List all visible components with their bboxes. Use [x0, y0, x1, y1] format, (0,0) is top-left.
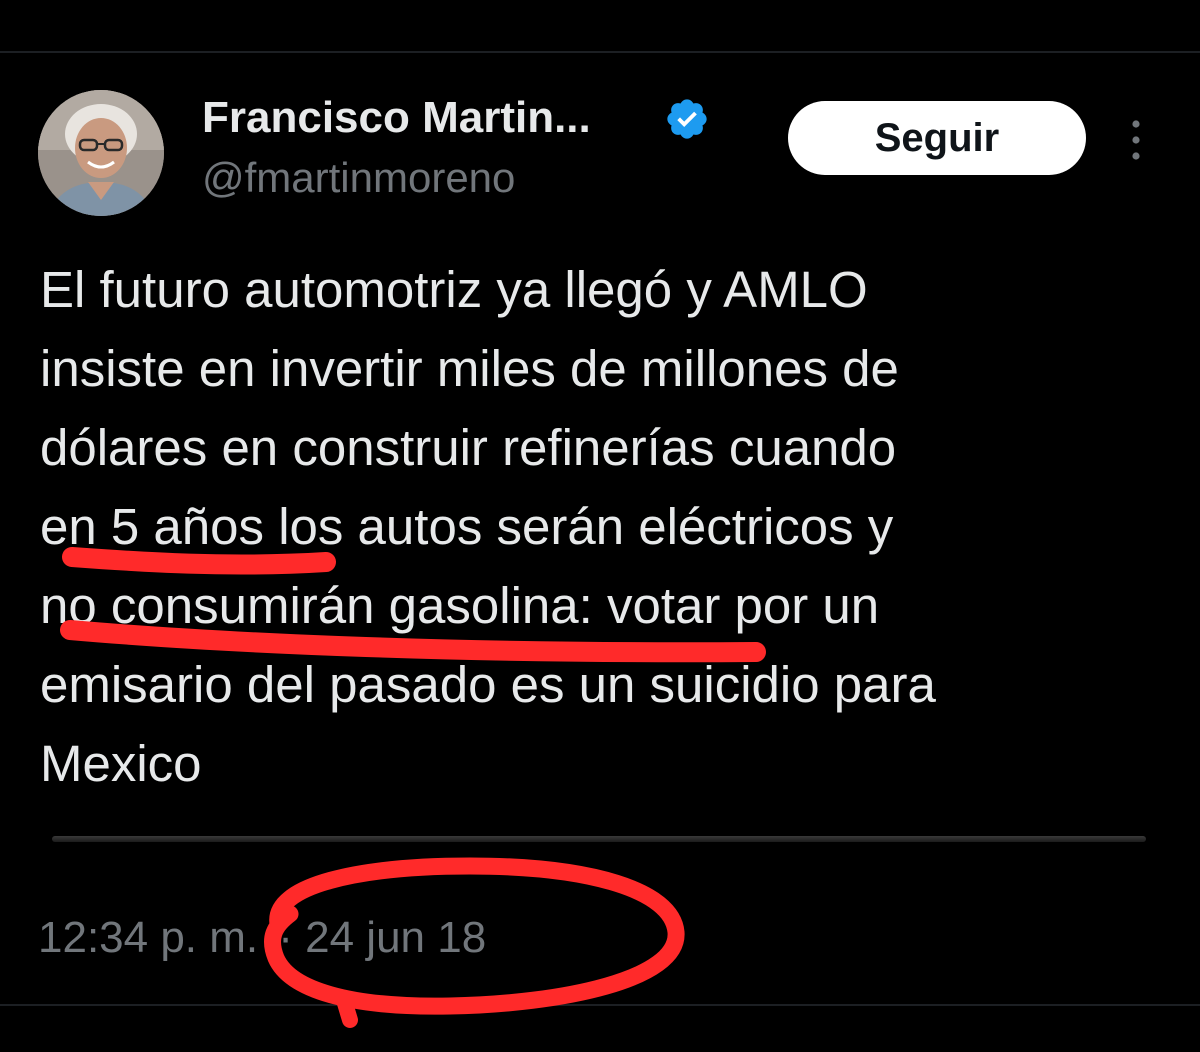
tweet-text: El futuro automotriz ya llegó y AMLO ins…	[40, 250, 1180, 803]
tweet-date: 24 jun 18	[305, 913, 487, 962]
tweet-line: dólares en construir refinerías cuando	[40, 419, 897, 476]
more-vertical-icon[interactable]	[1124, 118, 1148, 162]
tweet-line: insiste en invertir miles de millones de	[40, 340, 899, 397]
tweet-timestamp[interactable]: 12:34 p. m. · 24 jun 18	[38, 912, 486, 964]
tweet-time: 12:34 p. m.	[38, 913, 259, 962]
display-name[interactable]: Francisco Martin...	[202, 92, 591, 144]
avatar[interactable]	[38, 90, 164, 216]
tweet-line: no consumirán gasolina: votar por un	[40, 577, 880, 634]
tweet-line: El futuro automotriz ya llegó y AMLO	[40, 261, 868, 318]
media-divider	[52, 836, 1146, 842]
verified-badge-icon	[667, 99, 707, 139]
top-divider	[0, 51, 1200, 53]
tweet-line: emisario del pasado es un suicidio para	[40, 656, 936, 713]
profile-photo-icon	[38, 90, 164, 216]
circle-tail	[336, 992, 358, 1028]
tweet-line: Mexico	[40, 735, 202, 792]
tweet-line: en 5 años los autos serán eléctricos y	[40, 498, 894, 555]
follow-button[interactable]: Seguir	[788, 101, 1086, 175]
timestamp-separator: ·	[278, 913, 293, 962]
bottom-divider	[0, 1004, 1200, 1006]
user-handle[interactable]: @fmartinmoreno	[202, 152, 515, 204]
